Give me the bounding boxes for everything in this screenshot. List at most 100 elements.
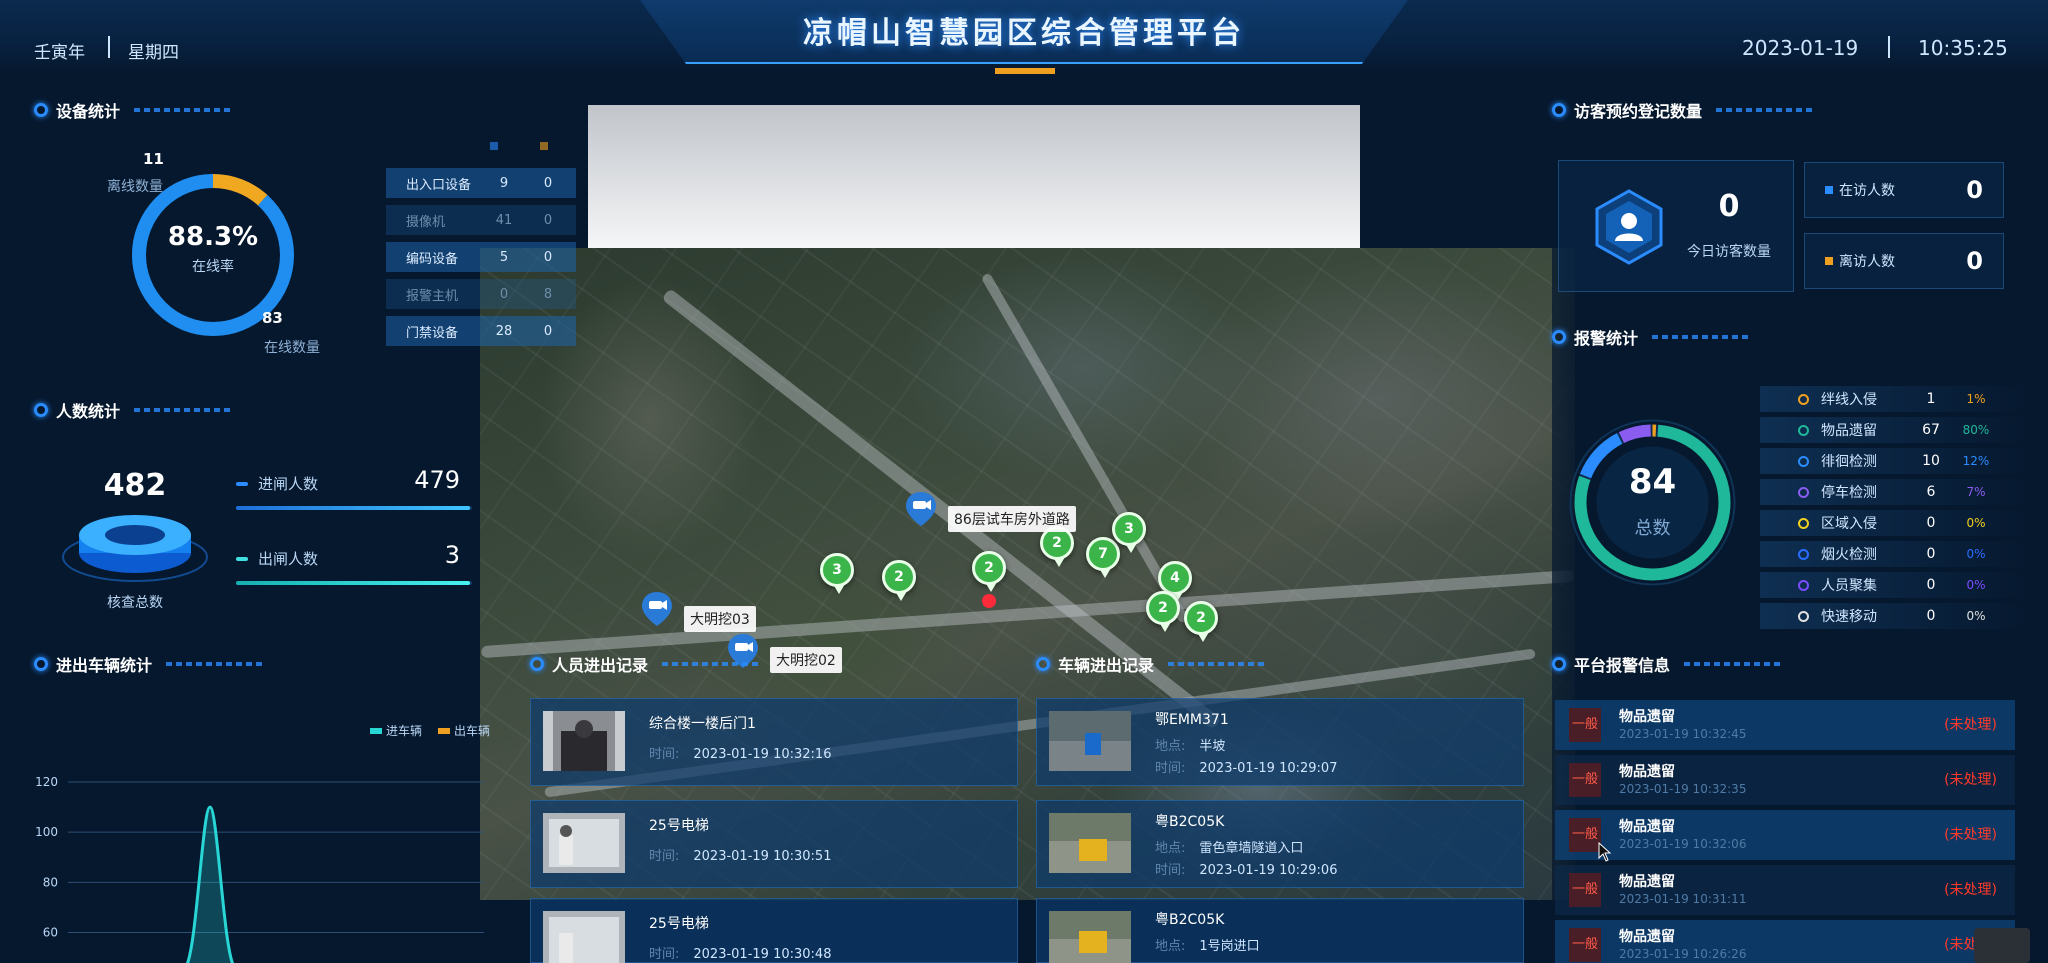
record-place-line: 地点: 半坡 (1155, 735, 1225, 754)
alarm-status[interactable]: (未处理) (1944, 714, 1997, 734)
section-vehicle-stats: 进出车辆统计 (34, 652, 267, 676)
record-time-line: 时间: 2023-01-19 10:30:48 (649, 943, 831, 962)
alarm-level-badge: 一般 (1569, 873, 1601, 907)
alarm-row[interactable]: 绊线入侵 1 1% (1760, 386, 2030, 412)
legend-in-text: 进车辆 (386, 724, 423, 738)
person-snapshot-thumbnail[interactable] (543, 911, 625, 963)
device-offline: 0 (543, 212, 553, 228)
section-dash (1168, 662, 1269, 666)
vehicle-snapshot-thumbnail[interactable] (1049, 813, 1131, 873)
alarm-type: 物品遗留 (1619, 874, 1675, 890)
person-record-card[interactable]: 综合楼一楼后门1 时间: 2023-01-19 10:32:16 (530, 698, 1018, 786)
record-place-line: 地点: 1号岗进口 (1155, 935, 1260, 954)
section-dash (134, 108, 235, 112)
alarm-row[interactable]: 人员聚集 0 0% (1760, 572, 2030, 598)
alarm-row[interactable]: 徘徊检测 10 12% (1760, 448, 2030, 474)
map-label-cam2[interactable]: 大明挖02 (770, 647, 842, 673)
vehicle-record-card[interactable]: 粤B2C05K 地点: 雷色章墙隧道入口 时间: 2023-01-19 10:29:… (1036, 800, 1524, 888)
device-row[interactable]: 报警主机 0 8 (386, 279, 576, 309)
device-online: 5 (499, 249, 509, 265)
alarm-type-count: 0 (1926, 546, 1936, 562)
map-cluster-marker[interactable]: 3 (820, 553, 854, 594)
online-count: 83 (262, 309, 283, 327)
people-out-value: 3 (444, 541, 460, 569)
section-dash (134, 408, 235, 412)
vehicle-record-card[interactable]: 粤B2C05K 地点: 1号岗进口 (1036, 898, 1524, 963)
map-cluster-marker[interactable]: 2 (1184, 601, 1218, 642)
chart-y-tick-label: 80 (43, 875, 58, 889)
map-cluster-marker[interactable]: 7 (1086, 537, 1120, 578)
record-place-key: 地点: (1155, 841, 1186, 856)
map-cluster-marker[interactable]: 2 (972, 551, 1006, 592)
person-snapshot-thumbnail[interactable] (543, 813, 625, 873)
alarm-type-marker (1798, 486, 1809, 498)
chart-series-in-area (185, 805, 235, 963)
platform-alarm-row[interactable]: 一般 物品遗留 2023-01-19 10:32:06 (未处理) (1555, 810, 2015, 860)
online-rate-label: 在线率 (192, 259, 234, 275)
person-record-card[interactable]: 25号电梯 时间: 2023-01-19 10:30:51 (530, 800, 1018, 888)
alarm-row[interactable]: 快速移动 0 0% (1760, 603, 2030, 629)
section-title: 车辆进出记录 (1058, 656, 1155, 675)
vehicle-snapshot-thumbnail[interactable] (1049, 911, 1131, 963)
alarm-status[interactable]: (未处理) (1944, 879, 1997, 899)
device-row[interactable]: 出入口设备 9 0 (386, 168, 576, 198)
label-text: 出闸人数 (258, 550, 319, 568)
alarm-type-count: 67 (1922, 422, 1940, 438)
map-location-dot[interactable] (982, 594, 996, 608)
platform-alarm-row[interactable]: 一般 物品遗留 2023-01-19 10:32:45 (未处理) (1555, 700, 2015, 750)
online-count-label: 在线数量 (264, 340, 320, 356)
record-time-line: 时间: 2023-01-19 10:29:07 (1155, 757, 1337, 776)
section-dash (1652, 335, 1753, 339)
device-row[interactable]: 编码设备 5 0 (386, 242, 576, 272)
alarm-type-percent: 0% (1966, 609, 1986, 623)
platform-alarm-row[interactable]: 一般 物品遗留 2023-01-19 10:32:35 (未处理) (1555, 755, 2015, 805)
vehicle-record-card[interactable]: 鄂EMM371 地点: 半坡 时间: 2023-01-19 10:29:07 (1036, 698, 1524, 786)
map-cluster-marker[interactable]: 2 (1146, 591, 1180, 632)
map-label-cam1[interactable]: 大明挖03 (684, 606, 756, 632)
record-plate: 粤B2C05K (1155, 814, 1225, 830)
people-out-bar-fill (236, 581, 470, 585)
person-record-card[interactable]: 25号电梯 时间: 2023-01-19 10:30:48 (530, 898, 1018, 963)
section-dot-icon (1036, 657, 1050, 671)
camera-pin-icon[interactable] (906, 492, 936, 526)
record-time-key: 时间: (649, 849, 680, 864)
person-snapshot-thumbnail[interactable] (543, 711, 625, 771)
alarm-row[interactable]: 区域入侵 0 0% (1760, 510, 2030, 536)
alarm-status[interactable]: (未处理) (1944, 769, 1997, 789)
device-online: 0 (499, 286, 509, 302)
corner-button[interactable] (1974, 928, 2030, 963)
map-cluster-marker[interactable]: 3 (1112, 512, 1146, 553)
record-place-key: 地点: (1155, 739, 1186, 754)
alarm-type-name: 快速移动 (1821, 609, 1877, 625)
alarm-type-count: 1 (1926, 391, 1936, 407)
device-name: 摄像机 (406, 214, 446, 230)
alarm-row[interactable]: 烟火检测 0 0% (1760, 541, 2030, 567)
map-cluster-marker[interactable]: 4 (1158, 561, 1192, 602)
current-time: 10:35:25 (1918, 36, 2008, 60)
alarm-level-badge: 一般 (1569, 708, 1601, 742)
legend-out-marker (438, 727, 451, 734)
record-place-key: 地点: (1155, 939, 1186, 954)
visitor-today-label: 今日访客数量 (1687, 244, 1771, 260)
device-row[interactable]: 摄像机 41 0 (386, 205, 576, 235)
alarm-level-badge: 一般 (1569, 928, 1601, 962)
alarm-row[interactable]: 物品遗留 67 80% (1760, 417, 2030, 443)
camera-pin-icon[interactable] (642, 592, 672, 626)
alarm-type: 物品遗留 (1619, 764, 1675, 780)
platform-alarm-row[interactable]: 一般 物品遗留 2023-01-19 10:31:11 (未处理) (1555, 865, 2015, 915)
vehicle-snapshot-thumbnail[interactable] (1049, 711, 1131, 771)
section-people-stats: 人数统计 (34, 398, 235, 422)
alarm-row[interactable]: 停车检测 6 7% (1760, 479, 2030, 505)
alarm-type-marker (1798, 548, 1809, 560)
section-dot-icon (1552, 330, 1566, 344)
platform-alarm-row[interactable]: 一般 物品遗留 2023-01-19 10:26:26 (未处理) (1555, 920, 2015, 963)
alarm-type-marker (1798, 579, 1809, 591)
map-label-road[interactable]: 86层试车房外道路 (948, 506, 1076, 532)
alarm-status[interactable]: (未处理) (1944, 824, 1997, 844)
map-cluster-marker[interactable]: 2 (882, 560, 916, 601)
alarm-type-count: 0 (1926, 608, 1936, 624)
alarm-type-marker (1798, 517, 1809, 529)
device-row[interactable]: 门禁设备 28 0 (386, 316, 576, 346)
alarm-type-name: 物品遗留 (1821, 423, 1877, 439)
section-dot-icon (1552, 657, 1566, 671)
